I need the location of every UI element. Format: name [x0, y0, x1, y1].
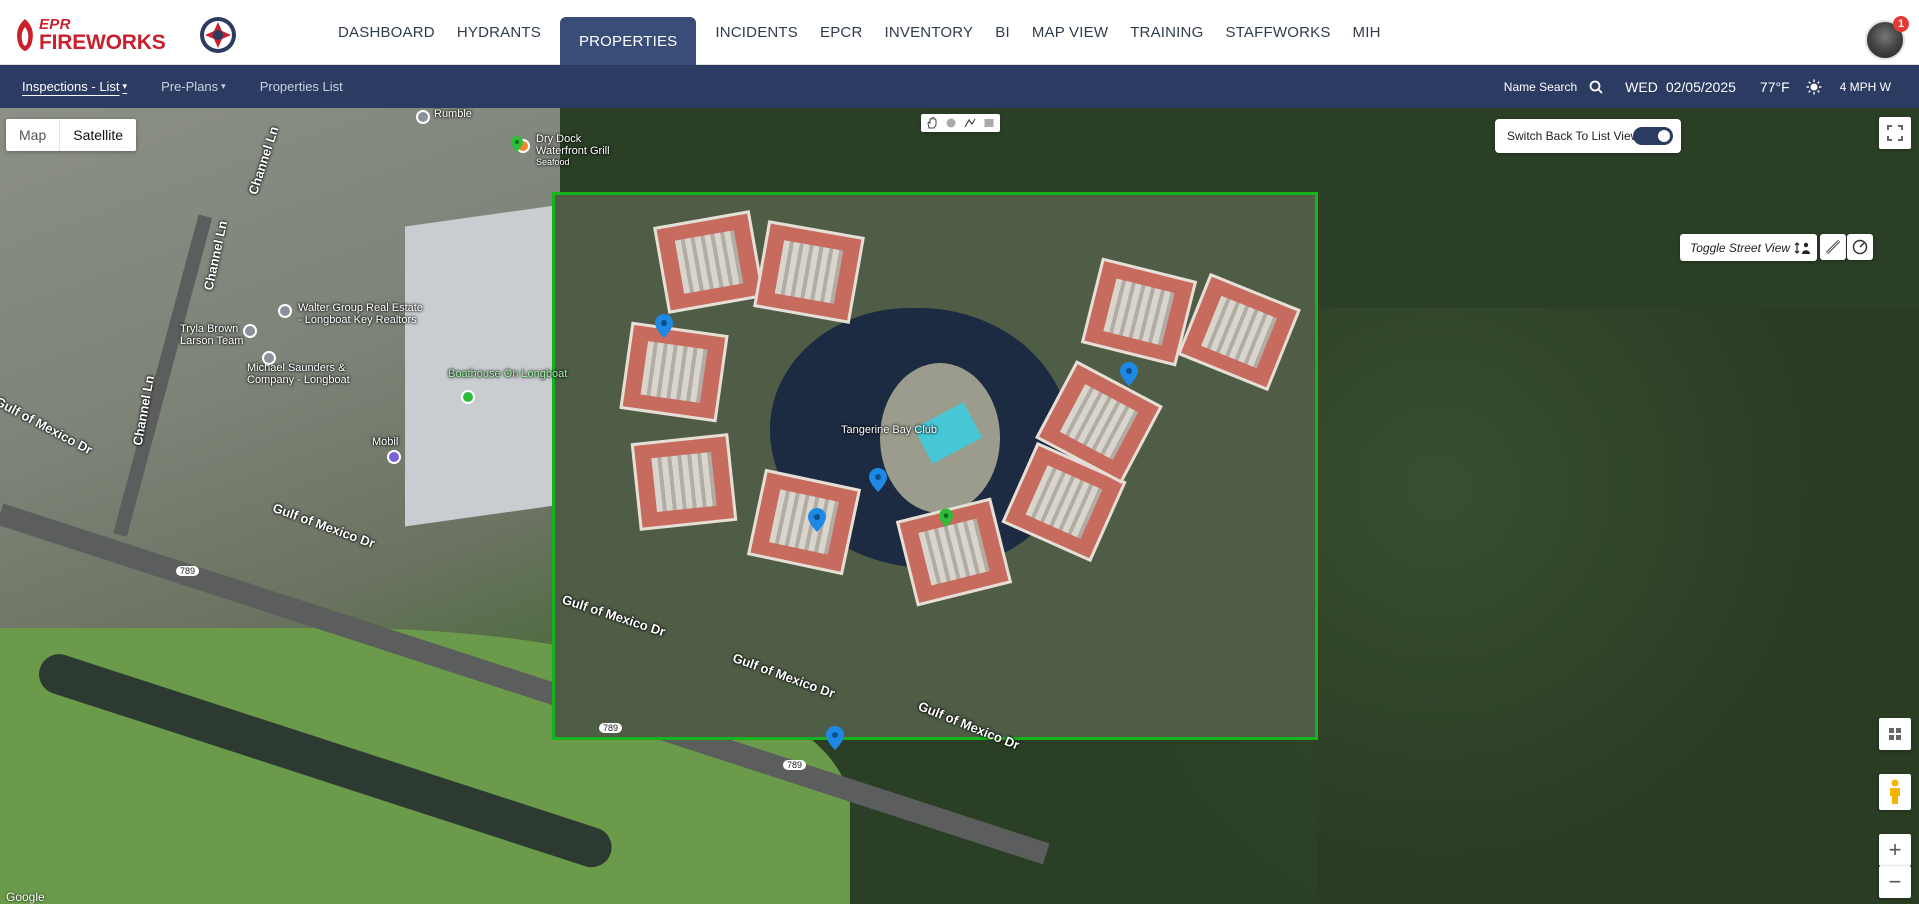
poi-marker-icon[interactable]	[243, 324, 257, 338]
subnav-inspections-list[interactable]: Inspections - List ▾	[22, 79, 127, 94]
poi-marker-icon[interactable]	[278, 304, 292, 318]
rectangle-draw-icon[interactable]	[981, 116, 997, 130]
grid-layers-icon	[1889, 728, 1901, 740]
map-type-control: Map Satellite	[6, 119, 137, 151]
notification-badge[interactable]: 1	[1893, 16, 1909, 32]
map-pin-icon[interactable]	[1120, 362, 1138, 386]
logo-line2: FIREWORKS	[39, 31, 166, 54]
circle-draw-icon[interactable]	[943, 116, 959, 130]
nav-bi[interactable]: BI	[984, 0, 1021, 65]
nav-map-view[interactable]: MAP VIEW	[1021, 0, 1119, 65]
current-date: 02/05/2025	[1665, 78, 1736, 95]
poi-label-tryla-brown[interactable]: Tryla Brown Larson Team	[180, 323, 243, 347]
fullscreen-icon	[1887, 125, 1903, 141]
nav-hydrants[interactable]: HYDRANTS	[446, 0, 552, 65]
app-logo[interactable]: EPR FIREWORKS	[14, 17, 166, 53]
search-icon[interactable]	[1589, 80, 1603, 94]
minus-icon: −	[1888, 869, 1902, 894]
boat-icon[interactable]	[461, 390, 475, 404]
poi-label-mobil[interactable]: Mobil	[372, 436, 398, 448]
map-pin-green-icon[interactable]	[511, 135, 523, 153]
poi-marker-icon[interactable]	[416, 110, 430, 124]
chevron-down-icon: ▾	[221, 81, 226, 91]
route-shield-789: 789	[783, 760, 807, 770]
nav-dashboard[interactable]: DASHBOARD	[327, 0, 446, 65]
map-pin-icon[interactable]	[869, 468, 887, 492]
poi-label-boathouse[interactable]: Boathouse On Longboat	[448, 368, 567, 380]
subnav-properties-list[interactable]: Properties List	[260, 79, 343, 94]
wind-speed: 4 MPH W	[1839, 79, 1891, 94]
route-shield-789: 789	[599, 723, 623, 733]
poi-marker-icon[interactable]	[262, 351, 276, 365]
subnav-inspections-label: Inspections - List	[22, 79, 120, 94]
map-pin-icon[interactable]	[808, 508, 826, 532]
map-pin-icon[interactable]	[655, 314, 673, 338]
route-shield-789: 789	[176, 566, 200, 576]
sub-navbar: Inspections - List ▾ Pre-Plans ▾ Propert…	[0, 65, 1919, 108]
street-view-person-icon	[1795, 241, 1811, 254]
subnav-pre-plans[interactable]: Pre-Plans ▾	[161, 79, 226, 94]
nav-staffworks[interactable]: STAFFWORKS	[1214, 0, 1341, 65]
name-search-label[interactable]: Name Search	[1504, 80, 1577, 94]
compass-tool-button[interactable]	[1847, 234, 1873, 260]
flame-shield-icon	[17, 19, 33, 51]
compass-icon	[1852, 239, 1868, 255]
poi-label-dry-dock[interactable]: Dry Dock Waterfront Grill	[536, 133, 610, 157]
google-attribution: Google	[6, 890, 45, 904]
weekday: WED	[1625, 78, 1658, 95]
gas-station-icon[interactable]	[387, 450, 401, 464]
ruler-icon	[1825, 239, 1841, 255]
subnav-properties-list-label: Properties List	[259, 79, 343, 94]
chevron-down-icon: ▾	[122, 81, 128, 91]
nav-mih[interactable]: MIH	[1342, 0, 1392, 65]
map-type-satellite-button[interactable]: Satellite	[59, 119, 136, 151]
nav-training[interactable]: TRAINING	[1119, 0, 1214, 65]
switch-list-view-label: Switch Back To List View	[1507, 129, 1640, 143]
satellite-map[interactable]: Rumble Dry Dock Waterfront Grill Seafood …	[0, 108, 1919, 904]
zoom-out-button[interactable]: −	[1879, 866, 1911, 898]
list-view-toggle[interactable]	[1633, 127, 1673, 145]
nav-incidents[interactable]: INCIDENTS	[704, 0, 809, 65]
toggle-street-view-button[interactable]: Toggle Street View	[1680, 234, 1817, 261]
nav-epcr[interactable]: EPCR	[809, 0, 873, 65]
top-navbar: EPR FIREWORKS DASHBOARD HYDRANTS PROPERT…	[0, 0, 1919, 65]
poi-label-michael-saunders[interactable]: Michael Saunders & Company - Longboat	[247, 362, 350, 386]
map-pin-green-icon[interactable]	[939, 508, 953, 528]
drawing-toolbar	[921, 114, 1000, 132]
main-nav: DASHBOARD HYDRANTS PROPERTIES INCIDENTS …	[327, 0, 1392, 65]
map-pin-icon[interactable]	[826, 726, 844, 750]
hand-pan-icon[interactable]	[924, 116, 940, 130]
measure-tool-button[interactable]	[1820, 234, 1846, 260]
switch-list-view-control[interactable]: Switch Back To List View	[1495, 119, 1681, 153]
nav-inventory[interactable]: INVENTORY	[873, 0, 984, 65]
map-building-roof	[405, 205, 555, 527]
property-label-tangerine-bay-club[interactable]: Tangerine Bay Club	[841, 424, 937, 436]
temperature: 77°F	[1759, 78, 1790, 95]
property-boundary-highlight	[552, 192, 1318, 740]
subnav-pre-plans-label: Pre-Plans	[161, 79, 219, 94]
polyline-draw-icon[interactable]	[962, 116, 978, 130]
poi-sublabel-seafood: Seafood	[536, 157, 570, 167]
sun-icon	[1806, 79, 1822, 94]
pegman-icon	[1890, 779, 1900, 804]
logo-line1: EPR	[39, 16, 71, 33]
zoom-in-button[interactable]: +	[1879, 834, 1911, 866]
map-layers-button[interactable]	[1879, 718, 1911, 750]
fullscreen-button[interactable]	[1879, 117, 1911, 149]
map-type-map-button[interactable]: Map	[6, 119, 59, 151]
nav-properties[interactable]: PROPERTIES	[559, 17, 697, 65]
fire-department-badge-icon	[200, 17, 236, 53]
map-mangrove-forest	[1318, 308, 1919, 904]
poi-label-rumble[interactable]: Rumble	[434, 108, 472, 120]
pegman-street-view-button[interactable]	[1879, 774, 1911, 810]
poi-label-walter-group[interactable]: Walter Group Real Estate - Longboat Key R…	[298, 302, 423, 326]
plus-icon: +	[1888, 837, 1902, 862]
toggle-street-view-label: Toggle Street View	[1690, 240, 1791, 255]
